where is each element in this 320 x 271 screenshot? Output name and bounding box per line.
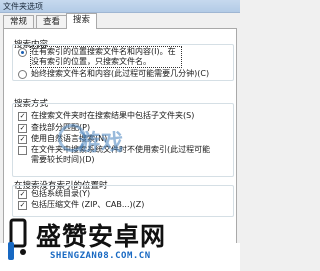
checkbox-include-subfolders[interactable]: ✓	[18, 112, 27, 121]
checkbox-natural-language[interactable]: ✓	[18, 135, 27, 144]
title-bar: 文件夹选项	[0, 0, 240, 13]
option-always-content[interactable]: 始终搜索文件名和内容(此过程可能需要几分钟)(C)	[18, 69, 209, 79]
option-system-dirs[interactable]: ✓ 包括系统目录(Y)	[18, 189, 90, 199]
checkbox-compressed-files[interactable]: ✓	[18, 201, 27, 210]
checkbox-partial-match[interactable]: ✓	[18, 124, 27, 133]
option-include-subfolders-label: 在搜索文件夹时在搜索结果中包括子文件夹(S)	[31, 111, 195, 120]
option-always-content-label: 始终搜索文件名和内容(此过程可能需要几分钟)(C)	[31, 69, 210, 78]
tab-search[interactable]: 搜索	[66, 13, 98, 29]
option-compressed-files-label: 包括压缩文件 (ZIP、CAB...)(Z)	[31, 200, 145, 209]
brand-url: SHENGZAN08.COM.CN	[50, 251, 151, 261]
checkbox-no-index-system[interactable]	[18, 146, 27, 155]
watermark-text: 游戏	[78, 131, 125, 156]
phone-logo-icon	[8, 218, 27, 260]
option-compressed-files[interactable]: ✓ 包括压缩文件 (ZIP、CAB...)(Z)	[18, 200, 144, 210]
tab-view[interactable]: 查看	[36, 15, 68, 28]
tab-general[interactable]: 常规	[3, 15, 35, 28]
window-title: 文件夹选项	[3, 2, 43, 11]
brand-name: 盛赞安卓网	[36, 222, 167, 251]
option-include-subfolders[interactable]: ✓ 在搜索文件夹时在搜索结果中包括子文件夹(S)	[18, 111, 194, 121]
radio-index-content[interactable]	[18, 48, 27, 57]
option-system-dirs-label: 包括系统目录(Y)	[31, 189, 91, 198]
option-index-content[interactable]: 在有索引的位置搜索文件名和内容(I)。在没有索引的位置，只搜索文件名。	[18, 46, 182, 68]
checkbox-system-dirs[interactable]: ✓	[18, 190, 27, 199]
tab-strip: 常规 查看 搜索	[0, 13, 240, 29]
radio-always-content[interactable]	[18, 70, 27, 79]
option-index-content-label: 在有索引的位置搜索文件名和内容(I)。在没有索引的位置，只搜索文件名。	[30, 46, 182, 68]
